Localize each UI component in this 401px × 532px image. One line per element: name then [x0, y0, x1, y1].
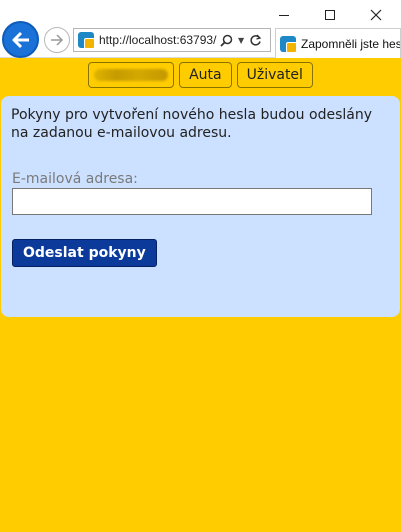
browser-chrome: http://localhost:63793/ ▼ Zapomněli jste…: [0, 0, 401, 58]
maximize-button[interactable]: [307, 0, 353, 30]
minimize-icon: [279, 14, 289, 16]
nav-item-uzivatel[interactable]: Uživatel: [236, 62, 313, 88]
arrow-right-icon: [51, 34, 64, 46]
search-icon[interactable]: [220, 34, 233, 47]
email-label: E-mailová adresa:: [12, 171, 138, 187]
forgot-password-panel: Pokyny pro vytvoření nového hesla budou …: [1, 96, 400, 317]
arrow-left-icon: [12, 31, 29, 48]
maximize-icon: [325, 10, 335, 20]
send-instructions-button[interactable]: Odeslat pokyny: [12, 239, 157, 267]
dropdown-caret-icon[interactable]: ▼: [238, 36, 244, 45]
blurred-logo: [94, 69, 169, 81]
address-url[interactable]: http://localhost:63793/: [99, 33, 217, 47]
forward-button[interactable]: [44, 27, 70, 53]
refresh-icon[interactable]: [249, 34, 262, 47]
address-bar[interactable]: http://localhost:63793/ ▼: [73, 28, 271, 52]
back-button[interactable]: [2, 21, 39, 58]
close-window-button[interactable]: [353, 0, 399, 30]
email-field[interactable]: [12, 188, 372, 215]
instructions-text: Pokyny pro vytvoření nového hesla budou …: [11, 107, 372, 141]
nav-item-auta[interactable]: Auta: [179, 62, 232, 88]
site-nav: Auta Uživatel: [0, 62, 401, 88]
home-logo-button[interactable]: [88, 62, 175, 88]
site-favicon-icon: [78, 32, 95, 49]
close-icon: [370, 9, 382, 21]
minimize-button[interactable]: [261, 0, 307, 30]
tab-favicon-icon: [280, 35, 297, 53]
tab-title: Zapomněli jste heslo: [301, 36, 401, 51]
browser-tab[interactable]: Zapomněli jste heslo: [275, 28, 401, 58]
